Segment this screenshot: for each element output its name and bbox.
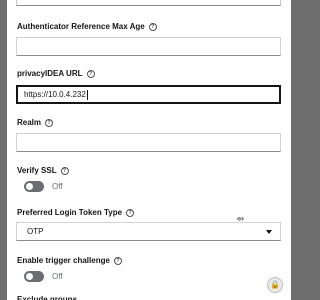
authenticator-reference-max-age-input[interactable] — [16, 37, 281, 56]
config-modal: Authenticator Reference Max Age ? privac… — [7, 0, 291, 300]
chevron-down-icon — [266, 230, 272, 234]
preferred-login-token-type-label: Preferred Login Token Type ? — [17, 208, 135, 217]
realm-label: Realm ? — [17, 118, 54, 127]
preferred-login-token-type-select[interactable]: OTP — [16, 222, 281, 241]
text-cursor — [86, 89, 88, 100]
enable-trigger-challenge-state: Off — [52, 272, 63, 281]
enable-trigger-challenge-toggle[interactable] — [24, 271, 44, 282]
previous-field-input[interactable] — [16, 0, 281, 6]
privacyidea-url-value: https://10.0.4.232 — [24, 90, 86, 99]
toggle-knob — [26, 183, 33, 190]
help-icon[interactable]: ? — [45, 118, 54, 127]
enable-trigger-challenge-label: Enable trigger challenge ? — [17, 256, 122, 265]
toggle-knob — [26, 273, 33, 280]
authenticator-reference-max-age-label: Authenticator Reference Max Age ? — [17, 22, 157, 31]
help-icon[interactable]: ? — [86, 69, 95, 78]
privacyidea-url-label: privacyIDEA URL ? — [17, 69, 95, 78]
verify-ssl-label: Verify SSL ? — [17, 166, 69, 175]
extension-lock-icon[interactable]: 🔒 — [267, 277, 283, 293]
realm-input[interactable] — [16, 133, 281, 152]
help-icon[interactable]: ? — [60, 166, 69, 175]
help-icon[interactable]: ? — [126, 208, 135, 217]
next-field-label: Exclude groups — [17, 295, 78, 300]
verify-ssl-toggle[interactable] — [24, 181, 44, 192]
backdrop-edge — [291, 0, 300, 300]
help-icon[interactable]: ? — [148, 22, 157, 31]
help-icon[interactable]: ? — [113, 256, 122, 265]
privacyidea-url-input[interactable]: https://10.0.4.232 — [16, 85, 281, 104]
verify-ssl-state: Off — [52, 182, 63, 191]
